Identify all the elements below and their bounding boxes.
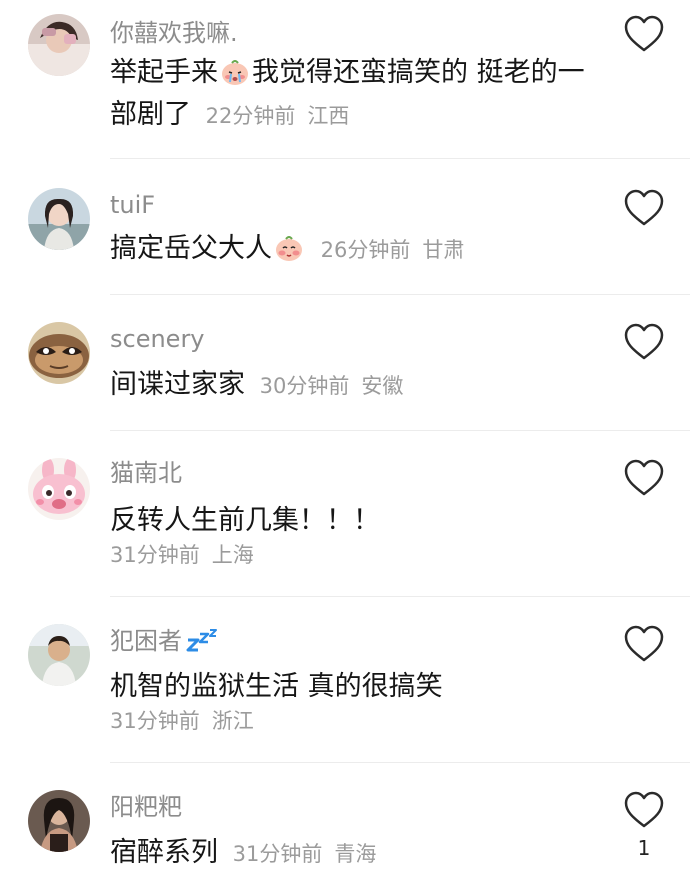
divider xyxy=(110,596,690,597)
comment-text: 搞定岳父大人 26分钟前 甘肃 xyxy=(110,228,590,271)
comment-time: 26分钟前 xyxy=(320,238,411,262)
comment-text-part: 机智的监狱生活 真的很搞笑 xyxy=(110,671,443,702)
comment-text-part: 搞定岳父大人 xyxy=(110,233,272,264)
comment-meta: 22分钟前 江西 xyxy=(200,104,350,128)
comment-meta: 26分钟前 甘肃 xyxy=(315,238,465,262)
divider xyxy=(110,762,690,763)
comment-username[interactable]: 犯困者 xyxy=(110,626,218,656)
comment-text-part: 反转人生前几集！！！ xyxy=(110,505,380,536)
comment-location: 安徽 xyxy=(361,374,404,398)
heart-outline-icon[interactable] xyxy=(622,624,666,664)
heart-outline-icon[interactable] xyxy=(622,322,666,362)
comment-text: 宿醉系列 31分钟前 青海 xyxy=(110,832,590,875)
comment-username-text: 犯困者 xyxy=(110,627,182,655)
avatar[interactable] xyxy=(28,322,90,384)
comment-time: 31分钟前 xyxy=(110,709,200,733)
like-count: 1 xyxy=(637,836,651,860)
comment-text-part: 宿醉系列 xyxy=(110,837,218,868)
avatar[interactable] xyxy=(28,458,90,520)
heart-outline-icon[interactable] xyxy=(622,458,666,498)
comment-username[interactable]: 你囍欢我嘛. xyxy=(110,18,238,48)
comment-time: 22分钟前 xyxy=(205,104,296,128)
comment-meta: 31分钟前 浙江 xyxy=(110,706,254,736)
comment-time: 30分钟前 xyxy=(259,374,350,398)
heart-outline-icon[interactable] xyxy=(622,14,666,54)
comment-text: 举起手来 我觉得还蛮搞笑的 挺老的一部剧了 22分钟前 江西 xyxy=(110,52,590,137)
divider xyxy=(110,158,690,159)
divider xyxy=(110,294,690,295)
comment-meta: 31分钟前 上海 xyxy=(110,540,254,570)
comment-location: 上海 xyxy=(211,543,254,567)
comment-text-part: 间谍过家家 xyxy=(110,369,245,400)
comment-location: 浙江 xyxy=(211,709,254,733)
avatar[interactable] xyxy=(28,14,90,76)
comment-username[interactable]: 猫南北 xyxy=(110,458,182,488)
heart-outline-icon[interactable] xyxy=(622,790,666,830)
comment-text: 间谍过家家 30分钟前 安徽 xyxy=(110,364,590,407)
comment-username[interactable]: tuiF xyxy=(110,190,155,220)
avatar[interactable] xyxy=(28,188,90,250)
comment-text-part: 举起手来 xyxy=(110,57,218,88)
avatar[interactable] xyxy=(28,790,90,852)
crying-peach-emoji xyxy=(222,60,248,85)
comment-location: 青海 xyxy=(334,842,377,866)
zzz-sleep-icon xyxy=(186,629,217,652)
comment-meta: 30分钟前 安徽 xyxy=(254,374,404,398)
heart-outline-icon[interactable] xyxy=(622,188,666,228)
comment-text: 反转人生前几集！！！ xyxy=(110,500,590,542)
shy-peach-emoji xyxy=(276,236,302,261)
comment-location: 江西 xyxy=(307,104,350,128)
comment-time: 31分钟前 xyxy=(110,543,200,567)
divider xyxy=(110,430,690,431)
comment-username[interactable]: scenery xyxy=(110,324,205,354)
avatar[interactable] xyxy=(28,624,90,686)
comment-location: 甘肃 xyxy=(422,238,465,262)
comment-username[interactable]: 阳粑粑 xyxy=(110,792,182,822)
comment-time: 31分钟前 xyxy=(232,842,323,866)
comment-meta: 31分钟前 青海 xyxy=(227,842,377,866)
comment-text: 机智的监狱生活 真的很搞笑 xyxy=(110,666,590,708)
